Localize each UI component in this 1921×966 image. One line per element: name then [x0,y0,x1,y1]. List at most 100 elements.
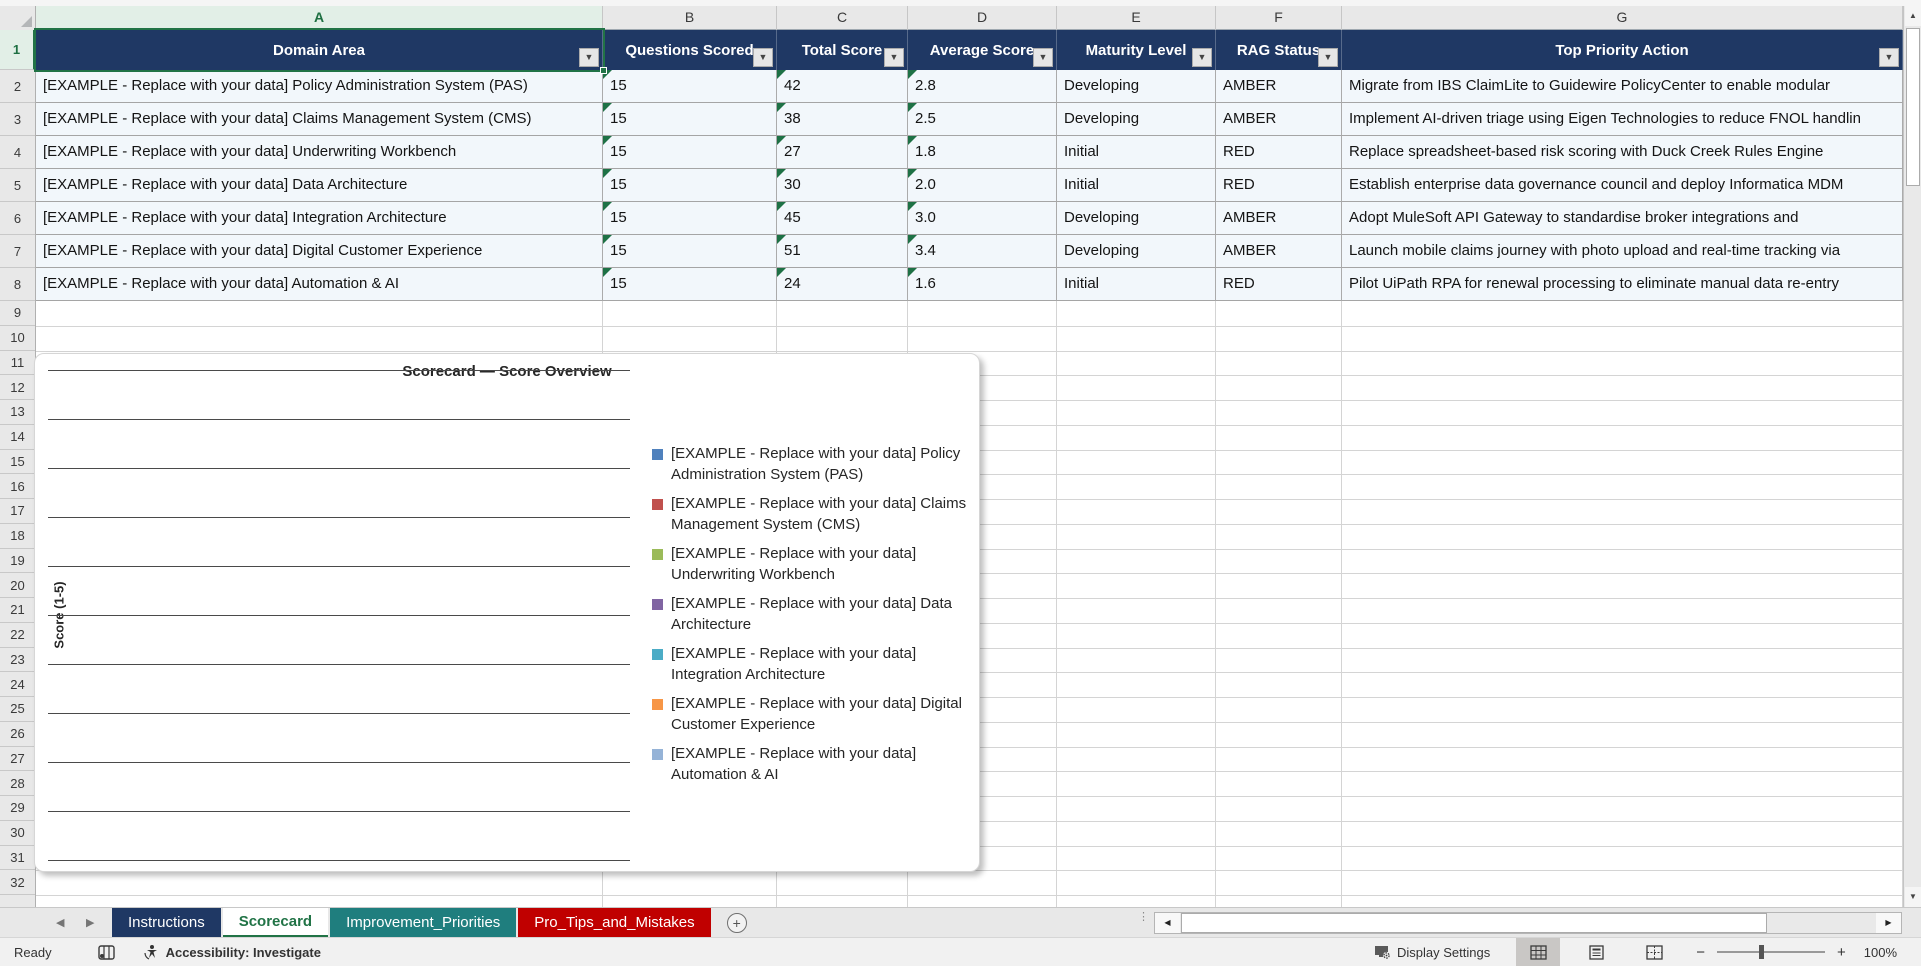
filter-dropdown-button[interactable]: ▼ [1879,48,1899,67]
table-cell[interactable]: [EXAMPLE - Replace with your data] Claim… [36,103,603,136]
row-header-26[interactable]: 26 [0,722,35,747]
table-cell[interactable]: RED [1216,169,1342,202]
table-cell[interactable]: 15 [603,202,777,235]
row-header-14[interactable]: 14 [0,425,35,450]
zoom-slider-thumb[interactable] [1758,945,1764,959]
row-header-25[interactable]: 25 [0,697,35,722]
legend-item[interactable]: [EXAMPLE - Replace with your data] Integ… [652,644,988,685]
table-cell[interactable]: AMBER [1216,103,1342,136]
embedded-chart[interactable]: Scorecard — Score Overview Score (1-5) [… [34,353,980,872]
row-header-1[interactable]: 1 [0,30,35,70]
row-header-19[interactable]: 19 [0,549,35,574]
horizontal-scroll-thumb[interactable] [1181,913,1767,933]
row-header-11[interactable]: 11 [0,351,35,376]
table-header-cell[interactable]: Top Priority Action ▼ [1342,30,1903,70]
table-cell[interactable]: Developing [1057,202,1216,235]
row-header-29[interactable]: 29 [0,796,35,821]
table-cell[interactable]: Replace spreadsheet-based risk scoring w… [1342,136,1903,169]
row-header-7[interactable]: 7 [0,235,35,268]
row-header-18[interactable]: 18 [0,524,35,549]
table-cell[interactable]: Adopt MuleSoft API Gateway to standardis… [1342,202,1903,235]
table-cell[interactable]: 1.8 [908,136,1057,169]
column-header-G[interactable]: G [1342,6,1903,30]
filter-dropdown-button[interactable]: ▼ [579,48,599,67]
scroll-left-arrow[interactable]: ◀ [1155,913,1180,933]
page-layout-view-button[interactable] [1574,938,1618,966]
sheet-tab-instructions[interactable]: Instructions [112,908,221,938]
table-cell[interactable]: [EXAMPLE - Replace with your data] Polic… [36,70,603,103]
table-header-cell[interactable]: Total Score ▼ [777,30,908,70]
row-header-24[interactable]: 24 [0,672,35,697]
scroll-up-arrow[interactable]: ▲ [1905,6,1921,26]
column-header-E[interactable]: E [1057,6,1216,30]
table-header-cell[interactable]: Average Score ▼ [908,30,1057,70]
column-header-D[interactable]: D [908,6,1057,30]
table-cell[interactable]: [EXAMPLE - Replace with your data] Under… [36,136,603,169]
table-cell[interactable]: Implement AI-driven triage using Eigen T… [1342,103,1903,136]
table-cell[interactable]: 2.0 [908,169,1057,202]
table-cell[interactable]: RED [1216,136,1342,169]
table-cell[interactable]: 1.6 [908,268,1057,301]
table-cell[interactable]: 15 [603,169,777,202]
row-header-15[interactable]: 15 [0,450,35,475]
row-header-23[interactable]: 23 [0,648,35,673]
row-header-2[interactable]: 2 [0,70,35,103]
scroll-down-arrow[interactable]: ▼ [1905,887,1921,907]
table-cell[interactable]: Establish enterprise data governance cou… [1342,169,1903,202]
table-cell[interactable]: [EXAMPLE - Replace with your data] Autom… [36,268,603,301]
tab-nav-right-icon[interactable]: ▶ [86,908,94,938]
table-cell[interactable]: AMBER [1216,235,1342,268]
table-cell[interactable]: Pilot UiPath RPA for renewal processing … [1342,268,1903,301]
filter-dropdown-button[interactable]: ▼ [1192,48,1212,67]
sheet-tab-pro_tips_and_mistakes[interactable]: Pro_Tips_and_Mistakes [518,908,711,938]
column-header-C[interactable]: C [777,6,908,30]
table-cell[interactable]: 15 [603,235,777,268]
row-header-9[interactable]: 9 [0,301,35,326]
row-header-17[interactable]: 17 [0,499,35,524]
zoom-in-button[interactable]: + [1835,944,1848,961]
table-cell[interactable]: 15 [603,70,777,103]
filter-dropdown-button[interactable]: ▼ [1318,48,1338,67]
legend-item[interactable]: [EXAMPLE - Replace with your data] Data … [652,594,988,635]
row-header-8[interactable]: 8 [0,268,35,301]
sheet-tab-improvement_priorities[interactable]: Improvement_Priorities [330,908,517,938]
table-cell[interactable]: Initial [1057,268,1216,301]
table-cell[interactable]: [EXAMPLE - Replace with your data] Digit… [36,235,603,268]
table-cell[interactable]: 15 [603,268,777,301]
table-cell[interactable]: Initial [1057,136,1216,169]
legend-item[interactable]: [EXAMPLE - Replace with your data] Autom… [652,744,988,785]
table-cell[interactable]: 42 [777,70,908,103]
table-cell[interactable]: Initial [1057,169,1216,202]
table-cell[interactable]: AMBER [1216,70,1342,103]
table-cell[interactable]: 51 [777,235,908,268]
row-header-32[interactable]: 32 [0,870,35,895]
table-header-cell[interactable]: RAG Status ▼ [1216,30,1342,70]
zoom-level[interactable]: 100% [1864,945,1897,960]
row-header-22[interactable]: 22 [0,623,35,648]
table-header-cell[interactable]: Maturity Level ▼ [1057,30,1216,70]
table-cell[interactable]: RED [1216,268,1342,301]
table-cell[interactable]: 24 [777,268,908,301]
table-cell[interactable]: 3.4 [908,235,1057,268]
legend-item[interactable]: [EXAMPLE - Replace with your data] Polic… [652,444,988,485]
table-cell[interactable]: Migrate from IBS ClaimLite to Guidewire … [1342,70,1903,103]
vertical-scroll-thumb[interactable] [1906,28,1920,186]
row-header-28[interactable]: 28 [0,771,35,796]
scrollbar-resize-grip[interactable]: ⋮ [1138,912,1149,923]
table-cell[interactable]: 45 [777,202,908,235]
macro-record-icon[interactable] [97,944,115,960]
table-cell[interactable]: AMBER [1216,202,1342,235]
row-header-21[interactable]: 21 [0,598,35,623]
legend-item[interactable]: [EXAMPLE - Replace with your data] Claim… [652,494,988,535]
row-header-30[interactable]: 30 [0,821,35,846]
tab-nav-left-icon[interactable]: ◀ [56,908,64,938]
select-all-button[interactable] [0,6,36,30]
row-header-10[interactable]: 10 [0,326,35,351]
table-header-cell[interactable]: Questions Scored ▼ [603,30,777,70]
display-settings-button[interactable]: Display Settings [1374,945,1490,960]
table-cell[interactable]: Launch mobile claims journey with photo … [1342,235,1903,268]
table-cell[interactable]: Developing [1057,70,1216,103]
row-header-31[interactable]: 31 [0,846,35,871]
row-header-16[interactable]: 16 [0,474,35,499]
row-header-27[interactable]: 27 [0,747,35,772]
